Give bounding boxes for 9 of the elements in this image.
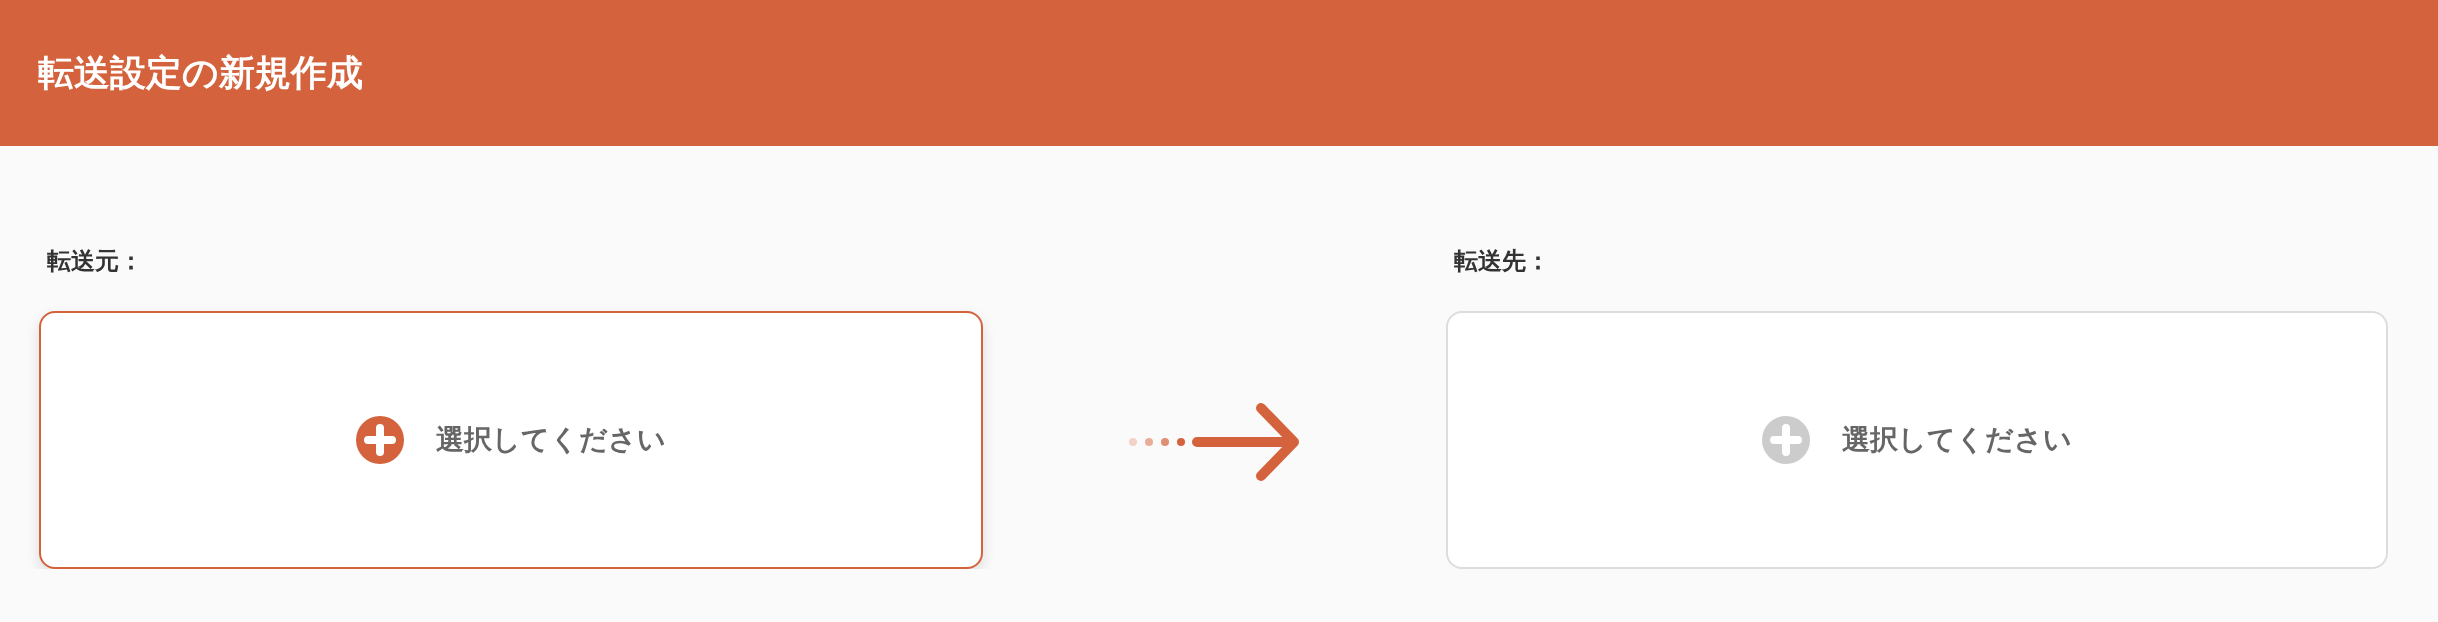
page-title: 転送設定の新規作成: [38, 50, 363, 95]
field-label: 転送元：: [46, 246, 143, 276]
placeholder-text: 選択してください: [1842, 422, 2072, 458]
select-card[interactable]: 選択してください: [1446, 311, 2388, 569]
placeholder-text: 選択してください: [436, 422, 666, 458]
plus-icon: [1762, 416, 1810, 464]
field-label: 転送先：: [1453, 246, 1550, 276]
select-card[interactable]: 選択してください: [39, 311, 983, 569]
plus-icon: [356, 416, 404, 464]
